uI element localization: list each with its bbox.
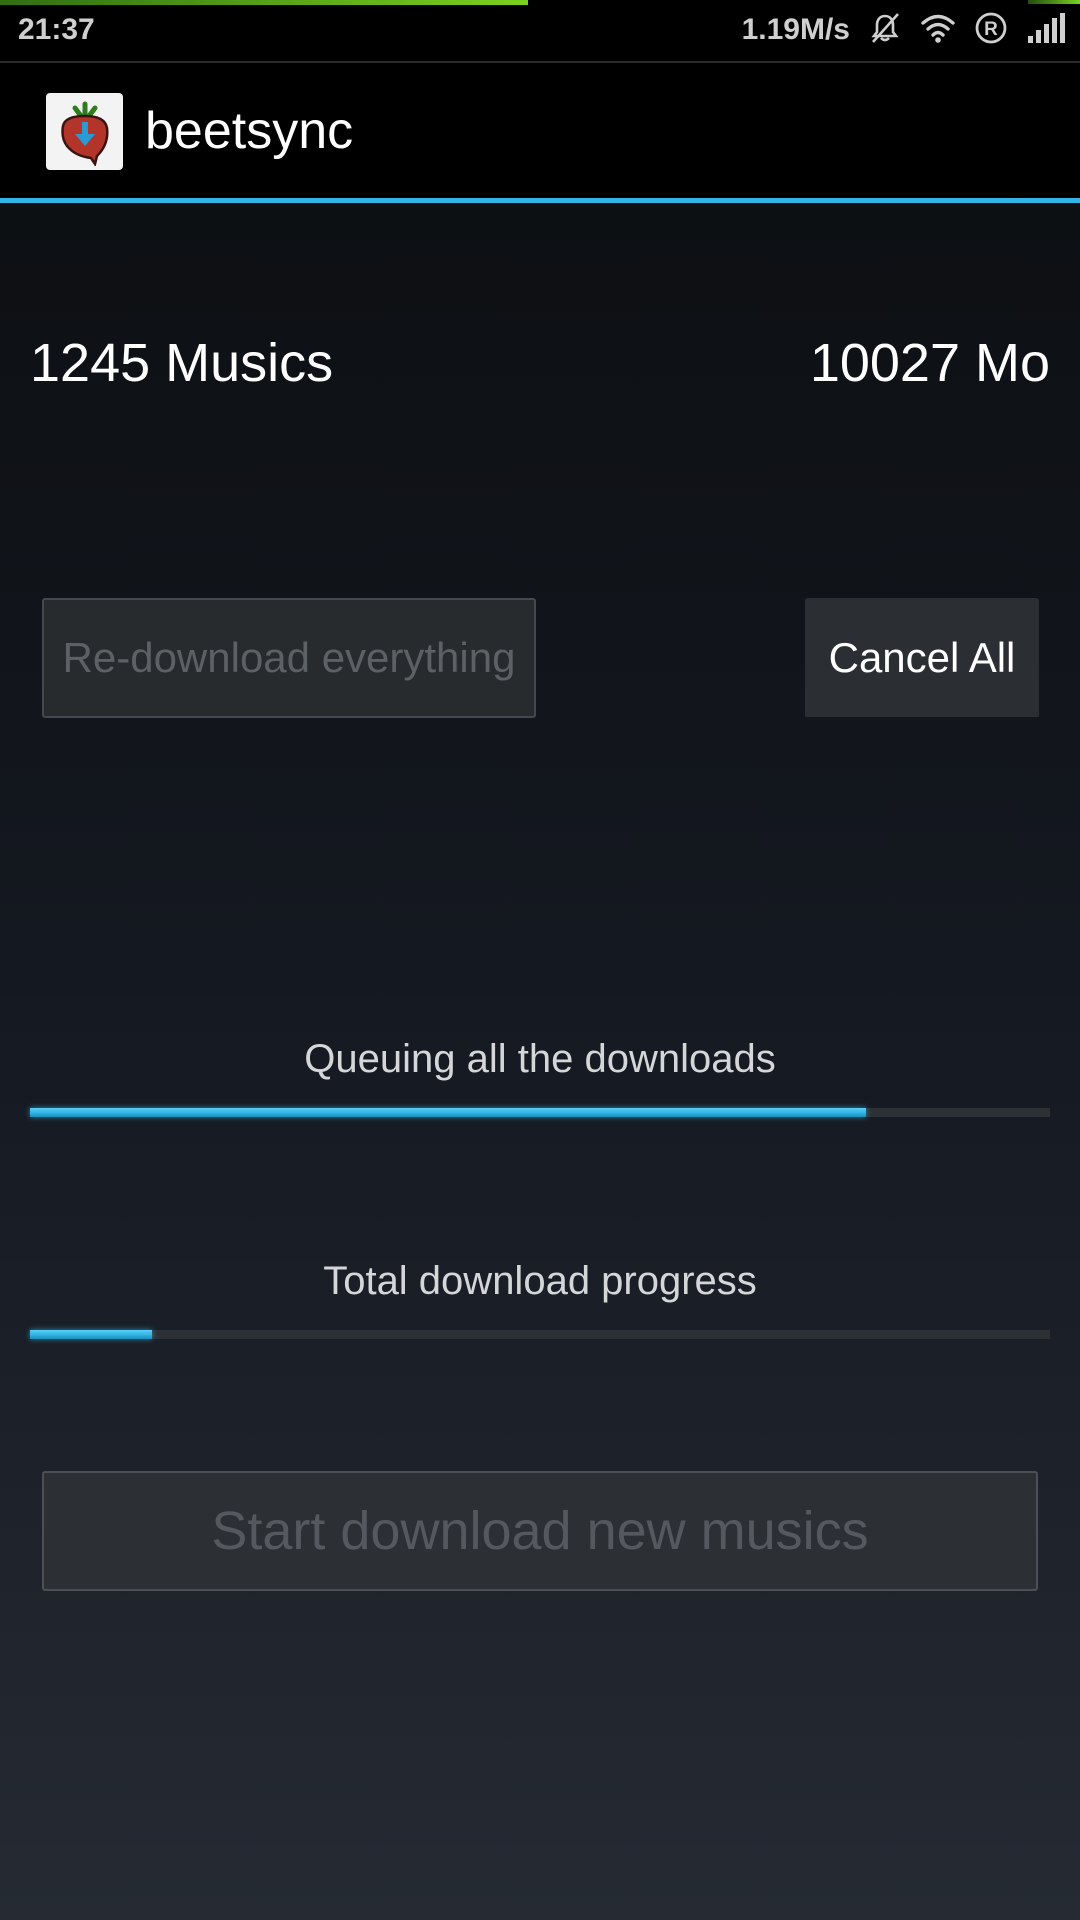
total-progress-bar <box>30 1330 1050 1339</box>
cell-signal-icon <box>1026 12 1066 49</box>
app-title: beetsync <box>145 102 354 160</box>
queue-progress-label: Queuing all the downloads <box>304 1037 776 1081</box>
total-progress-fill <box>30 1330 153 1339</box>
queue-progress-bar <box>30 1108 1050 1117</box>
library-size: 10027 Mo <box>809 333 1050 393</box>
music-count: 1245 Musics <box>30 333 334 393</box>
status-download-indicator-right <box>1028 0 1080 4</box>
action-bar: beetsync <box>0 63 1080 198</box>
wifi-icon <box>920 12 956 49</box>
redownload-everything-button[interactable]: Re-download everything <box>42 598 536 718</box>
svg-text:R: R <box>984 19 998 40</box>
action-bar-accent-line <box>0 198 1080 203</box>
registered-icon: R <box>974 11 1008 50</box>
status-icons: 1.19M/s R <box>742 10 1066 50</box>
total-progress-label: Total download progress <box>323 1259 757 1303</box>
queue-progress-fill <box>30 1108 867 1117</box>
cancel-all-button[interactable]: Cancel All <box>805 598 1039 719</box>
app-screen: 21:37 1.19M/s R beetsync 1245 Musics 100… <box>0 0 1080 1920</box>
network-speed: 1.19M/s <box>741 13 850 46</box>
status-time: 21:37 <box>18 13 95 46</box>
app-logo-icon <box>46 93 123 170</box>
start-download-button[interactable]: Start download new musics <box>42 1471 1038 1591</box>
status-download-indicator <box>0 0 528 5</box>
vibrate-silent-icon <box>868 11 902 50</box>
status-bar: 21:37 1.19M/s R <box>0 0 1080 61</box>
